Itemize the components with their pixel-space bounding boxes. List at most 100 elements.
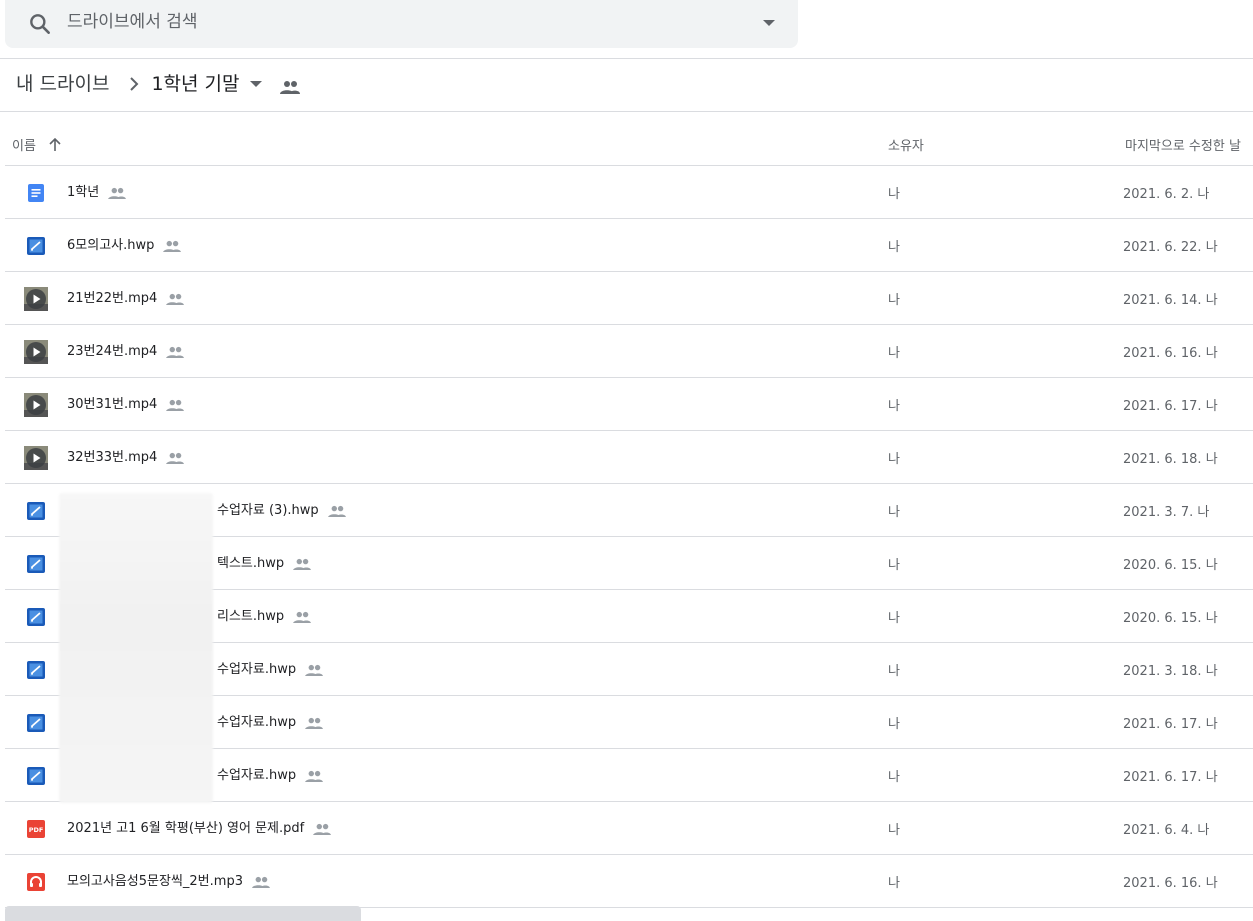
file-row[interactable]: 모의고사음성5문장씩_2번.mp3 나 2021. 6. 16. 나 (5, 855, 1253, 908)
file-owner: 나 (888, 346, 900, 361)
shared-icon (166, 293, 185, 306)
shared-icon (305, 770, 324, 783)
video-file-icon (24, 287, 48, 311)
file-modified: 2021. 3. 7. 나 (1123, 505, 1210, 520)
video-file-icon (24, 446, 48, 470)
file-name[interactable]: 1학년 (67, 184, 127, 201)
shared-icon (166, 399, 185, 412)
top-divider (0, 58, 1253, 59)
file-row[interactable]: 1학년 나 2021. 6. 2. 나 (5, 166, 1253, 219)
shared-icon (166, 346, 185, 359)
search-bar[interactable]: 드라이브에서 검색 (5, 0, 798, 48)
file-owner: 나 (888, 399, 900, 414)
file-name[interactable]: 2021년 고1 6월 학평(부산) 영어 문제.pdf (67, 820, 332, 837)
file-name-text: 수업자료.hwp (217, 768, 297, 783)
breadcrumb-my-drive[interactable]: 내 드라이브 (16, 71, 109, 97)
file-row[interactable]: PDF 2021년 고1 6월 학평(부산) 영어 문제.pdf 나 2021. 6.… (5, 802, 1253, 855)
shared-icon (327, 505, 346, 518)
breadcrumb: 내 드라이브 1학년 기말 (16, 70, 300, 98)
file-modified: 2021. 6. 17. 나 (1123, 399, 1218, 414)
file-name[interactable]: 21번22번.mp4 (67, 290, 185, 307)
shared-icon (293, 558, 312, 571)
video-file-icon (24, 393, 48, 417)
hwp-file-icon (24, 658, 48, 682)
hwp-file-icon (24, 499, 48, 523)
video-file-icon (24, 340, 48, 364)
search-input[interactable]: 드라이브에서 검색 (67, 11, 198, 33)
file-name[interactable]: 23번24번.mp4 (67, 343, 185, 360)
redacted-area (59, 493, 213, 803)
file-list-header: 이름 소유자 마지막으로 수정한 날 (5, 112, 1253, 166)
file-name-text: 모의고사음성5문장씩_2번.mp3 (67, 874, 243, 889)
file-name-text: 6모의고사.hwp (67, 238, 155, 253)
file-name[interactable]: 30번31번.mp4 (67, 396, 185, 413)
shared-folder-icon (279, 81, 300, 94)
shared-icon (163, 240, 182, 253)
file-row[interactable]: 32번33번.mp4 나 2021. 6. 18. 나 (5, 431, 1253, 484)
file-row[interactable]: 30번31번.mp4 나 2021. 6. 17. 나 (5, 378, 1253, 431)
hwp-file-icon (24, 605, 48, 629)
search-icon[interactable] (27, 11, 53, 37)
file-row[interactable]: 23번24번.mp4 나 2021. 6. 16. 나 (5, 325, 1253, 378)
file-modified: 2021. 6. 14. 나 (1123, 293, 1218, 308)
file-owner: 나 (888, 611, 900, 626)
hwp-file-icon (24, 552, 48, 576)
column-name-label: 이름 (12, 139, 36, 154)
shared-icon (293, 611, 312, 624)
audio-file-icon (24, 870, 48, 894)
shared-icon (305, 664, 324, 677)
hwp-file-icon (24, 711, 48, 735)
file-modified: 2020. 6. 15. 나 (1123, 611, 1218, 626)
file-name[interactable]: 6모의고사.hwp (67, 237, 182, 254)
file-modified: 2021. 6. 17. 나 (1123, 770, 1218, 785)
file-owner: 나 (888, 876, 900, 891)
search-options-icon[interactable] (762, 18, 776, 28)
file-name[interactable]: 32번33번.mp4 (67, 449, 185, 466)
file-name-text: 1학년 (67, 185, 100, 200)
file-owner: 나 (888, 823, 900, 838)
file-modified: 2021. 6. 18. 나 (1123, 452, 1218, 467)
horizontal-scrollbar[interactable] (5, 906, 361, 921)
shared-icon (166, 452, 185, 465)
file-owner: 나 (888, 770, 900, 785)
file-owner: 나 (888, 240, 900, 255)
file-owner: 나 (888, 505, 900, 520)
file-row[interactable]: 21번22번.mp4 나 2021. 6. 14. 나 (5, 272, 1253, 325)
column-owner[interactable]: 소유자 (888, 135, 924, 154)
file-name[interactable]: 모의고사음성5문장씩_2번.mp3 (67, 873, 270, 890)
arrow-up-icon[interactable] (48, 137, 62, 152)
hwp-file-icon (24, 764, 48, 788)
shared-icon (305, 717, 324, 730)
breadcrumb-current-folder[interactable]: 1학년 기말 (151, 71, 239, 97)
hwp-file-icon (24, 234, 48, 258)
file-name-text: 리스트.hwp (217, 609, 285, 624)
shared-icon (313, 823, 332, 836)
file-name-text: 텍스트.hwp (217, 556, 285, 571)
google-docs-icon (24, 181, 48, 205)
file-modified: 2021. 6. 17. 나 (1123, 717, 1218, 732)
file-name-text: 21번22번.mp4 (67, 291, 158, 306)
file-owner: 나 (888, 664, 900, 679)
shared-icon (108, 187, 127, 200)
file-modified: 2021. 6. 16. 나 (1123, 346, 1218, 361)
file-name-text: 23번24번.mp4 (67, 344, 158, 359)
column-name[interactable]: 이름 (12, 135, 62, 154)
file-modified: 2021. 6. 16. 나 (1123, 876, 1218, 891)
file-modified: 2020. 6. 15. 나 (1123, 558, 1218, 573)
file-name-text: 수업자료.hwp (217, 662, 297, 677)
folder-dropdown-icon[interactable] (249, 80, 262, 88)
file-owner: 나 (888, 717, 900, 732)
file-name-text: 수업자료.hwp (217, 715, 297, 730)
chevron-right-icon (130, 77, 139, 91)
file-owner: 나 (888, 293, 900, 308)
file-modified: 2021. 6. 2. 나 (1123, 187, 1210, 202)
column-last-modified[interactable]: 마지막으로 수정한 날 (1125, 135, 1241, 154)
file-name-text: 30번31번.mp4 (67, 397, 158, 412)
file-name-text: 수업자료 (3).hwp (217, 503, 319, 518)
file-owner: 나 (888, 558, 900, 573)
file-modified: 2021. 6. 22. 나 (1123, 240, 1218, 255)
svg-text:PDF: PDF (29, 826, 44, 834)
pdf-file-icon: PDF (24, 817, 48, 841)
shared-icon (251, 876, 270, 889)
file-row[interactable]: 6모의고사.hwp 나 2021. 6. 22. 나 (5, 219, 1253, 272)
